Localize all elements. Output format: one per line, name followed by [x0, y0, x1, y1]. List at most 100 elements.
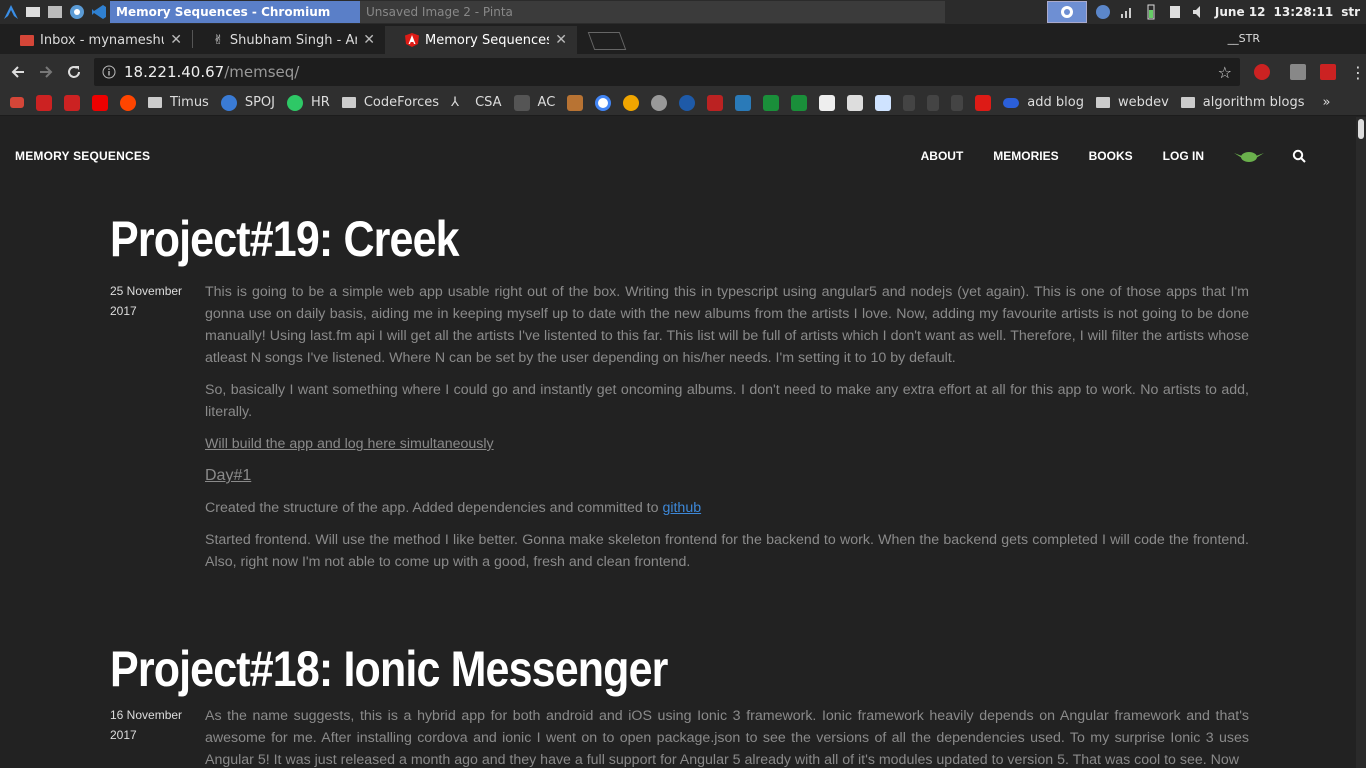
tab-title: Memory Sequences [425, 32, 550, 48]
bookmark-os-1[interactable] [36, 94, 52, 111]
close-icon[interactable]: ✕ [363, 32, 375, 48]
bookmark-codeforces[interactable]: CodeForces [341, 95, 439, 110]
scrollbar-thumb[interactable] [1358, 119, 1364, 139]
browser-toolbar: 18.221.40.67/memseq/ ☆ ⋮ [0, 54, 1366, 90]
reload-button[interactable] [60, 58, 88, 86]
info-extension-icon[interactable] [1290, 64, 1306, 80]
network-icon[interactable] [1119, 4, 1135, 20]
new-tab-button[interactable] [587, 32, 627, 50]
ublock-icon[interactable] [1254, 64, 1270, 80]
taskbar-window-chromium[interactable]: Memory Sequences - Chromium [110, 1, 360, 23]
hackerrank-icon [287, 94, 304, 111]
angellist-icon: ✌ [213, 32, 224, 48]
volume-icon[interactable] [1191, 4, 1207, 20]
os-icon [64, 94, 80, 111]
bookmark-sun[interactable] [623, 94, 640, 111]
bookmark-youtube[interactable] [92, 94, 108, 111]
bookmark-ac[interactable]: AC [513, 94, 555, 111]
chrome-tray-icon[interactable] [1046, 1, 1087, 23]
bookmark-search[interactable] [819, 94, 836, 111]
battery-icon[interactable] [1143, 4, 1159, 20]
tab-inbox[interactable]: Inbox - mynameshubha ✕ [0, 26, 192, 54]
bookmark-green-2[interactable] [791, 94, 808, 111]
bookmark-s[interactable] [735, 94, 752, 111]
files-icon[interactable] [22, 1, 44, 23]
menu-icon[interactable]: ⋮ [1350, 63, 1366, 82]
bookmark-icon-1[interactable] [567, 94, 584, 111]
arch-logo-icon[interactable] [0, 1, 22, 23]
bookmark-add-blog[interactable]: add blog [1003, 95, 1084, 110]
taskbar-window-pinta[interactable]: Unsaved Image 2 - Pinta [360, 1, 945, 23]
day-1-link[interactable]: Day#1 [205, 467, 251, 484]
post-project-19: Project#19: Creek 25 November 2017 This … [110, 209, 1250, 570]
bookmark-page-3[interactable] [951, 94, 964, 111]
bookmark-icon-2[interactable] [651, 94, 668, 111]
page-scrollbar[interactable] [1356, 117, 1366, 768]
back-button[interactable] [4, 58, 32, 86]
monkey-icon [567, 94, 584, 111]
tab-angellist[interactable]: ✌ Shubham Singh - Angel ✕ [193, 26, 385, 54]
globe-icon [679, 94, 696, 111]
bookmark-page-2[interactable] [927, 94, 940, 111]
bookmark-webdev[interactable]: webdev [1095, 95, 1169, 110]
site-nav-links: ABOUT MEMORIES BOOKS LOG IN [891, 149, 1306, 163]
forward-button[interactable] [32, 58, 60, 86]
post-title[interactable]: Project#19: Creek [110, 209, 1090, 269]
bookmark-icon-3[interactable] [679, 94, 696, 111]
bookmark-angular[interactable] [975, 94, 992, 111]
bookmark-page-1[interactable] [903, 94, 916, 111]
green-box-icon [791, 94, 808, 111]
bookmark-google[interactable] [595, 94, 612, 111]
tray-user[interactable]: str [1341, 5, 1360, 19]
bookmark-gmail[interactable] [10, 97, 24, 108]
tab-title: Inbox - mynameshubha [40, 32, 164, 48]
cors-extension-icon[interactable] [1320, 64, 1336, 80]
close-icon[interactable]: ✕ [555, 32, 567, 48]
terminal-icon[interactable] [44, 1, 66, 23]
bookmark-sn[interactable] [707, 94, 724, 111]
bookmark-csa[interactable]: ⅄ CSA [451, 95, 501, 111]
post-title[interactable]: Project#18: Ionic Messenger [110, 639, 1090, 699]
vscode-icon[interactable] [88, 1, 110, 23]
sun-icon [623, 94, 640, 111]
build-log-link[interactable]: Will build the app and log here simultan… [205, 436, 494, 452]
info-icon[interactable] [102, 65, 116, 79]
site-title[interactable]: MEMORY SEQUENCES [15, 149, 150, 163]
nav-memories[interactable]: MEMORIES [993, 149, 1058, 163]
bookmarks-overflow-icon[interactable]: » [1323, 95, 1331, 110]
nav-log-in[interactable]: LOG IN [1163, 149, 1204, 163]
bookmark-icon-5[interactable] [875, 94, 892, 111]
bookmark-timus[interactable]: Timus [148, 95, 209, 110]
bookmark-reddit[interactable] [120, 94, 136, 111]
close-icon[interactable]: ✕ [170, 32, 182, 48]
nav-books[interactable]: BOOKS [1089, 149, 1133, 163]
github-link[interactable]: github [662, 500, 701, 516]
clipboard-icon[interactable] [1167, 4, 1183, 20]
bookmark-os-2[interactable] [64, 94, 80, 111]
tab-memory-sequences[interactable]: Memory Sequences ✕ [385, 26, 577, 54]
robot-icon [651, 94, 668, 111]
profile-label[interactable]: __STR [1228, 32, 1260, 45]
arrow-left-icon [11, 66, 24, 78]
post-paragraph: Created the structure of the app. Added … [205, 497, 1249, 519]
page-icon [927, 94, 940, 111]
folder-icon [1095, 97, 1110, 108]
youtube-icon [92, 94, 108, 111]
post-paragraph: Started frontend. Will use the method I … [205, 532, 1249, 570]
yoda-icon[interactable] [1234, 150, 1264, 162]
bookmark-icon-4[interactable] [847, 94, 864, 111]
address-bar[interactable]: 18.221.40.67/memseq/ ☆ [94, 58, 1240, 86]
bookmark-green-1[interactable] [763, 94, 780, 111]
bookmark-hr[interactable]: HR [287, 94, 330, 111]
search-icon[interactable] [1292, 149, 1306, 163]
weather-icon[interactable] [1095, 4, 1111, 20]
chromium-icon[interactable] [66, 1, 88, 23]
bookmark-star-icon[interactable]: ☆ [1218, 63, 1232, 82]
post-date-day-month: 25 November [110, 284, 183, 298]
angular-icon [975, 94, 992, 111]
bookmark-spoj[interactable]: SPOJ [220, 94, 275, 111]
bookmark-algorithm-blogs[interactable]: algorithm blogs [1180, 95, 1305, 110]
post-date-year: 2017 [110, 304, 137, 318]
bookmark-label: add blog [1027, 95, 1084, 110]
nav-about[interactable]: ABOUT [921, 149, 964, 163]
